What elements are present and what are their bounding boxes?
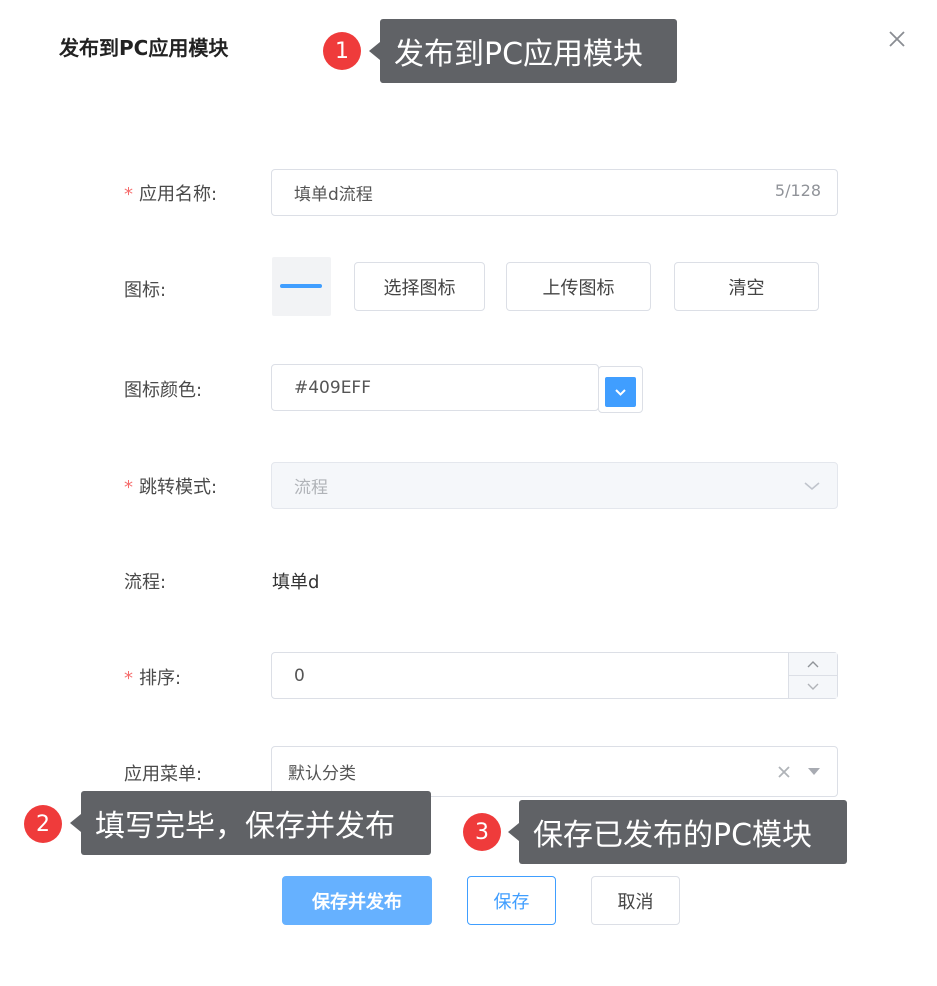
required-mark: *	[124, 184, 133, 205]
char-counter: 5/128	[774, 181, 821, 200]
clear-selection-icon[interactable]	[777, 765, 791, 779]
sort-value: 0	[294, 665, 305, 686]
color-picker-trigger[interactable]	[598, 366, 643, 413]
jump-mode-label: * 跳转模式:	[124, 473, 217, 499]
sort-stepper	[788, 653, 837, 698]
caret-down-icon	[808, 768, 820, 775]
app-menu-value: 默认分类	[288, 764, 356, 784]
icon-color-input[interactable]: #409EFF	[271, 364, 599, 411]
app-menu-label: 应用菜单:	[124, 764, 203, 785]
jump-mode-value: 流程	[294, 478, 328, 498]
sort-number-input[interactable]: 0	[271, 652, 838, 699]
flow-label: 流程:	[124, 572, 167, 593]
upload-icon-button[interactable]: 上传图标	[506, 262, 651, 311]
annotation-tooltip-3: 保存已发布的PC模块	[508, 800, 847, 864]
icon-color-value: #409EFF	[294, 377, 371, 398]
save-and-publish-button[interactable]: 保存并发布	[282, 876, 432, 925]
app-name-value: 填单d流程	[294, 185, 373, 205]
cancel-button[interactable]: 取消	[591, 876, 680, 925]
color-swatch	[605, 377, 636, 407]
save-button[interactable]: 保存	[467, 876, 556, 925]
minus-icon	[280, 284, 322, 288]
select-icon-button[interactable]: 选择图标	[354, 262, 485, 311]
required-mark: *	[124, 668, 133, 689]
app-name-label-text: 应用名称:	[139, 184, 218, 205]
icon-preview	[272, 257, 331, 316]
chevron-down-icon	[807, 683, 819, 690]
increase-button[interactable]	[789, 653, 837, 676]
flow-value: 填单d	[272, 572, 320, 593]
sort-label: * 排序:	[124, 664, 181, 690]
icon-color-label: 图标颜色:	[124, 380, 203, 401]
annotation-badge-2: 2	[24, 805, 62, 843]
jump-mode-label-text: 跳转模式:	[139, 477, 218, 498]
jump-mode-select: 流程	[271, 462, 838, 509]
icon-label: 图标:	[124, 280, 167, 301]
required-mark: *	[124, 477, 133, 498]
chevron-up-icon	[807, 660, 819, 668]
sort-label-text: 排序:	[139, 668, 182, 689]
annotation-tooltip-2: 填写完毕，保存并发布	[70, 791, 431, 855]
decrease-button[interactable]	[789, 676, 837, 699]
app-menu-select[interactable]: 默认分类	[271, 746, 838, 797]
annotation-tooltip-1: 发布到PC应用模块	[369, 19, 677, 83]
clear-icon-button[interactable]: 清空	[674, 262, 819, 311]
app-name-label: * 应用名称:	[124, 180, 217, 206]
dialog-title: 发布到PC应用模块	[59, 36, 229, 60]
chevron-down-icon	[615, 389, 626, 396]
close-icon[interactable]	[884, 26, 910, 52]
app-name-input[interactable]: 填单d流程 5/128	[271, 169, 838, 216]
chevron-down-icon	[804, 482, 820, 491]
annotation-badge-1: 1	[323, 32, 361, 70]
annotation-badge-3: 3	[463, 813, 501, 851]
